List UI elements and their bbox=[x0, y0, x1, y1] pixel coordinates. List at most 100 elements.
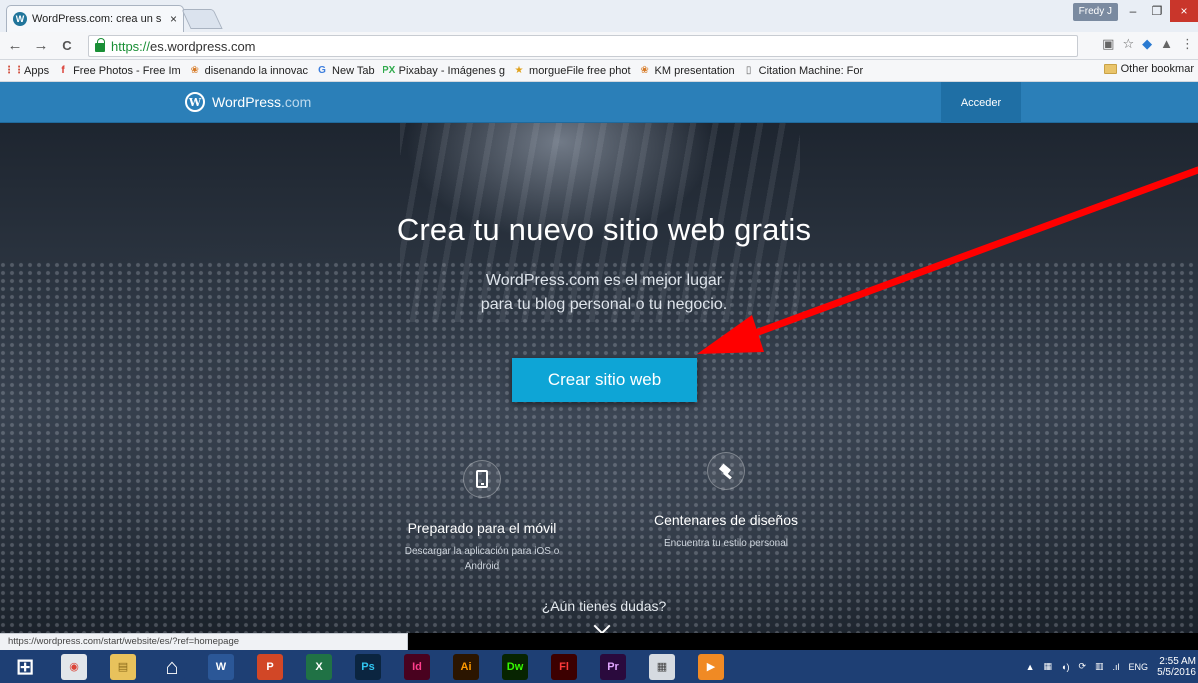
bookmark-label: Pixabay - Imágenes g bbox=[398, 64, 506, 77]
forward-button[interactable]: → bbox=[30, 35, 52, 57]
site-masthead: W WordPress .com Acceder bbox=[0, 82, 1198, 123]
tab-title: WordPress.com: crea un s bbox=[32, 13, 162, 25]
bookmark-label: Free Photos - Free Im bbox=[73, 64, 181, 77]
url-host: es.wordpress.com bbox=[150, 38, 256, 54]
feature-mobile: Preparado para el móvil Descargar la apl… bbox=[382, 460, 582, 574]
f-icon: f bbox=[61, 65, 65, 76]
indesign-icon[interactable]: Id bbox=[404, 653, 430, 680]
hero-subtitle-line-1: WordPress.com es el mejor lugar bbox=[485, 272, 723, 289]
bookmark-star-icon[interactable]: ☆ bbox=[1122, 36, 1134, 52]
bookmark-item[interactable]: PX Pixabay - Imágenes g bbox=[383, 65, 505, 77]
sync-icon[interactable]: ⟳ bbox=[1078, 661, 1086, 672]
profile-button[interactable]: Fredy J bbox=[1072, 3, 1118, 21]
bookmark-item[interactable]: ❀ disenando la innovac bbox=[189, 65, 308, 77]
bookmark-item[interactable]: f Free Photos - Free Im bbox=[57, 64, 181, 77]
leaf-icon: ❀ bbox=[190, 65, 199, 76]
network-icon[interactable]: ▥ bbox=[1095, 661, 1104, 672]
bookmark-label: Citation Machine: For bbox=[758, 64, 864, 77]
volume-icon[interactable]: ◖) bbox=[1061, 662, 1069, 672]
chrome-icon[interactable]: ◉ bbox=[61, 653, 87, 680]
bookmark-label: disenando la innovac bbox=[204, 64, 309, 77]
windows-start-icon[interactable]: ⊞ bbox=[12, 653, 38, 680]
bookmark-label: Apps bbox=[24, 64, 50, 77]
flash-icon[interactable]: Fl bbox=[551, 653, 577, 680]
media-player-icon[interactable]: ▶ bbox=[698, 653, 724, 680]
doc-icon: ▯ bbox=[745, 65, 752, 76]
site-brand[interactable]: W WordPress .com bbox=[185, 92, 311, 112]
folder-icon bbox=[1103, 64, 1117, 74]
apps-grid-icon: ⋮⋮ bbox=[8, 65, 24, 76]
bookmark-item[interactable]: ⋮⋮Apps bbox=[8, 65, 49, 77]
powerpoint-icon[interactable]: P bbox=[257, 653, 283, 680]
dreamweaver-icon[interactable]: Dw bbox=[502, 653, 528, 680]
browser-toolbar: ← → C https:// es.wordpress.com ▣ ☆ ◆ ▲ … bbox=[0, 32, 1198, 60]
minimize-button[interactable]: – bbox=[1120, 0, 1146, 22]
crowd-background-image bbox=[0, 262, 1198, 633]
browser-tab-strip: W WordPress.com: crea un s × Fredy J – ❐… bbox=[0, 0, 1198, 32]
dropbox-icon[interactable]: ◆ bbox=[1142, 36, 1152, 52]
maximize-button[interactable]: ❐ bbox=[1144, 0, 1170, 22]
close-window-button[interactable]: × bbox=[1170, 0, 1198, 22]
reload-button[interactable]: C bbox=[56, 35, 78, 57]
feature-description-line-1: Descargar la aplicación para iOS o bbox=[404, 546, 560, 557]
wordpress-favicon-icon: W bbox=[13, 12, 27, 26]
tray-app-icon[interactable]: ▦ bbox=[1044, 661, 1053, 672]
bookmarks-bar: ⋮⋮AppsfFree Photos - Free Im❀disenando l… bbox=[0, 60, 1198, 82]
bookmark-label: New Tab bbox=[332, 64, 375, 77]
browser-tab[interactable]: W WordPress.com: crea un s × bbox=[6, 5, 184, 32]
login-button[interactable]: Acceder bbox=[941, 82, 1021, 123]
feature-description-line-1: Encuentra tu estilo personal bbox=[664, 538, 788, 549]
bookmark-item[interactable]: G New Tab bbox=[316, 65, 375, 77]
word-icon[interactable]: W bbox=[208, 653, 234, 680]
feature-title: Preparado para el móvil bbox=[407, 520, 557, 536]
feature-description[interactable]: Descargar la aplicación para iOS o Andro… bbox=[382, 544, 582, 574]
home-icon[interactable]: ⌂ bbox=[159, 653, 185, 680]
new-tab-button[interactable] bbox=[181, 9, 223, 29]
bookmark-item[interactable]: ❀ KM presentation bbox=[639, 65, 734, 77]
drive-icon[interactable]: ▲ bbox=[1160, 36, 1173, 52]
hero-title: Crea tu nuevo sitio web gratis bbox=[396, 212, 812, 247]
system-tray: ▲ ▦ ◖) ⟳ ▥ .ıl ENG 2:55 AM 5/5/2016 bbox=[1026, 650, 1198, 683]
hammer-icon bbox=[718, 463, 734, 479]
feature-title: Centenares de diseños bbox=[654, 512, 798, 528]
extension-icons: ▣ ☆ ◆ ▲ ⋮ bbox=[1102, 36, 1198, 52]
bookmark-item[interactable]: ▯ Citation Machine: For bbox=[743, 64, 864, 77]
leaf-icon: ❀ bbox=[640, 65, 649, 76]
translate-icon[interactable]: ▣ bbox=[1102, 36, 1114, 52]
star-icon: ★ bbox=[514, 65, 524, 76]
clock[interactable]: 2:55 AM 5/5/2016 bbox=[1157, 656, 1196, 678]
back-button[interactable]: ← bbox=[4, 35, 26, 57]
status-bar-url: https://wordpress.com/start/website/es/?… bbox=[0, 633, 408, 651]
mobile-phone-icon bbox=[476, 470, 488, 488]
premiere-icon[interactable]: Pr bbox=[600, 653, 626, 680]
language-indicator[interactable]: ENG bbox=[1129, 662, 1149, 672]
other-bookmarks-label: Other bookmar bbox=[1120, 63, 1194, 75]
feature-description: Encuentra tu estilo personal bbox=[626, 536, 826, 551]
clock-time: 2:55 AM bbox=[1159, 655, 1196, 667]
signal-icon[interactable]: .ıl bbox=[1113, 662, 1120, 672]
windows-taskbar: ⊞ ◉ ▤ ⌂ W P X Ps Id Ai Dw Fl Pr ▦ ▶ ▲ ▦ ◖) ⟳ ▥ .ıl ENG… bbox=[0, 650, 1198, 683]
calculator-icon[interactable]: ▦ bbox=[649, 653, 675, 680]
excel-icon[interactable]: X bbox=[306, 653, 332, 680]
clock-date: 5/5/2016 bbox=[1157, 666, 1196, 678]
menu-icon[interactable]: ⋮ bbox=[1181, 36, 1194, 52]
brand-suffix: .com bbox=[280, 94, 312, 110]
brand-name: WordPress bbox=[212, 94, 281, 110]
lock-icon bbox=[95, 38, 105, 52]
illustrator-icon[interactable]: Ai bbox=[453, 653, 479, 680]
file-explorer-icon[interactable]: ▤ bbox=[110, 653, 136, 680]
tab-close-button[interactable]: × bbox=[170, 12, 177, 26]
create-site-button[interactable]: Crear sitio web bbox=[512, 358, 697, 402]
url-scheme: https:// bbox=[111, 38, 151, 54]
pixabay-icon: PX bbox=[382, 65, 396, 76]
address-bar[interactable]: https:// es.wordpress.com bbox=[88, 35, 1078, 57]
page-viewport: W WordPress .com Acceder Crea tu nuevo si… bbox=[0, 82, 1198, 633]
feature-mobile-badge bbox=[463, 460, 501, 498]
feature-themes-badge bbox=[707, 452, 745, 490]
more-questions-link[interactable]: ¿Aún tienes dudas? bbox=[0, 598, 1198, 614]
bookmark-label: morgueFile free phot bbox=[529, 64, 631, 77]
tray-chevron-icon[interactable]: ▲ bbox=[1026, 662, 1035, 672]
bookmark-item[interactable]: ★ morgueFile free phot bbox=[513, 65, 631, 77]
photoshop-icon[interactable]: Ps bbox=[355, 653, 381, 680]
other-bookmarks[interactable]: Other bookmar bbox=[1099, 63, 1198, 75]
